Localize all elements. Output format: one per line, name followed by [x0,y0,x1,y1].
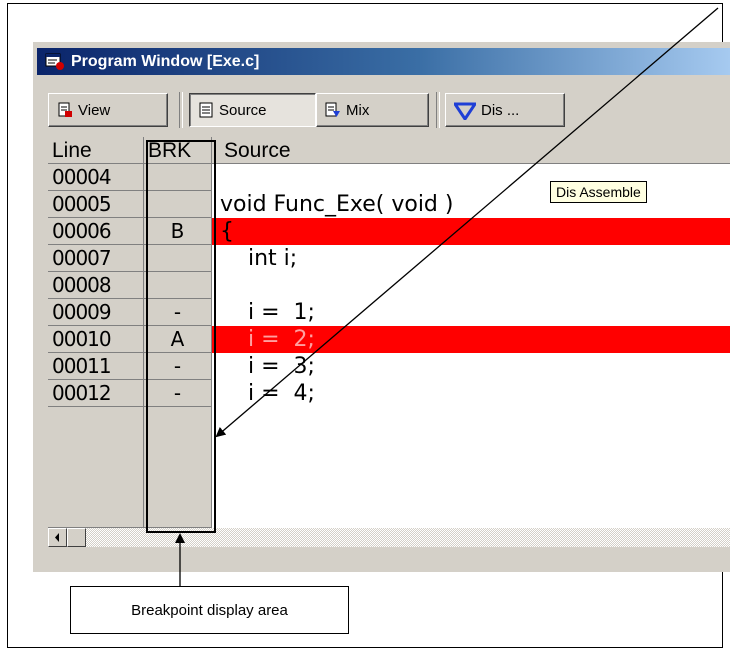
arrow-left-icon [55,533,59,542]
program-window-icon [45,53,65,71]
scroll-thumb[interactable] [67,528,86,547]
line-number: 00009 [48,299,144,326]
tooltip: Dis Assemble [550,181,647,203]
source-line: void Func_Exe( void ) [220,192,454,217]
mix-button[interactable]: Mix [316,93,429,127]
line-number: 00012 [48,380,144,407]
column-header-source[interactable]: Source [212,137,730,164]
mix-button-label: Mix [346,101,370,119]
source-line: i = 1; [220,300,315,325]
disassemble-button-label: Dis ... [481,101,520,119]
source-line [212,272,730,299]
line-number: 00005 [48,191,144,218]
line-number: 00004 [48,164,144,191]
source-line [212,164,730,191]
program-window: Program Window [Exe.c] View Source Mix D… [33,42,730,572]
source-line: i = 2; [212,326,730,353]
line-number: 00008 [48,272,144,299]
source-button-label: Source [219,101,267,119]
toolbar: View Source Mix Dis ... [37,82,730,132]
source-button[interactable]: Source [189,93,316,127]
toolbar-separator [179,92,183,128]
callout-label: Breakpoint display area [131,601,288,619]
scroll-left-button[interactable] [48,528,67,547]
source-icon [198,102,214,118]
mix-icon [325,102,341,118]
source-line: i = 3; [220,354,315,379]
line-number: 00011 [48,353,144,380]
window-title: Program Window [Exe.c] [71,52,260,70]
source-line: i = 4; [220,381,315,406]
source-line: { [212,218,730,245]
title-bar[interactable]: Program Window [Exe.c] [37,48,730,75]
line-gutter [48,407,144,528]
line-number: 00006 [48,218,144,245]
view-button-label: View [78,101,111,119]
view-icon [57,102,73,118]
source-line: int i; [220,246,298,271]
toolbar-separator [436,92,440,128]
view-button[interactable]: View [48,93,168,127]
line-number: 00010 [48,326,144,353]
line-number: 00007 [48,245,144,272]
column-header-line[interactable]: Line [48,137,144,164]
disassemble-button[interactable]: Dis ... [445,93,565,127]
status-area [33,547,730,572]
breakpoint-area-highlight [146,140,216,533]
disassemble-icon [452,102,478,122]
callout-box: Breakpoint display area [70,586,349,634]
